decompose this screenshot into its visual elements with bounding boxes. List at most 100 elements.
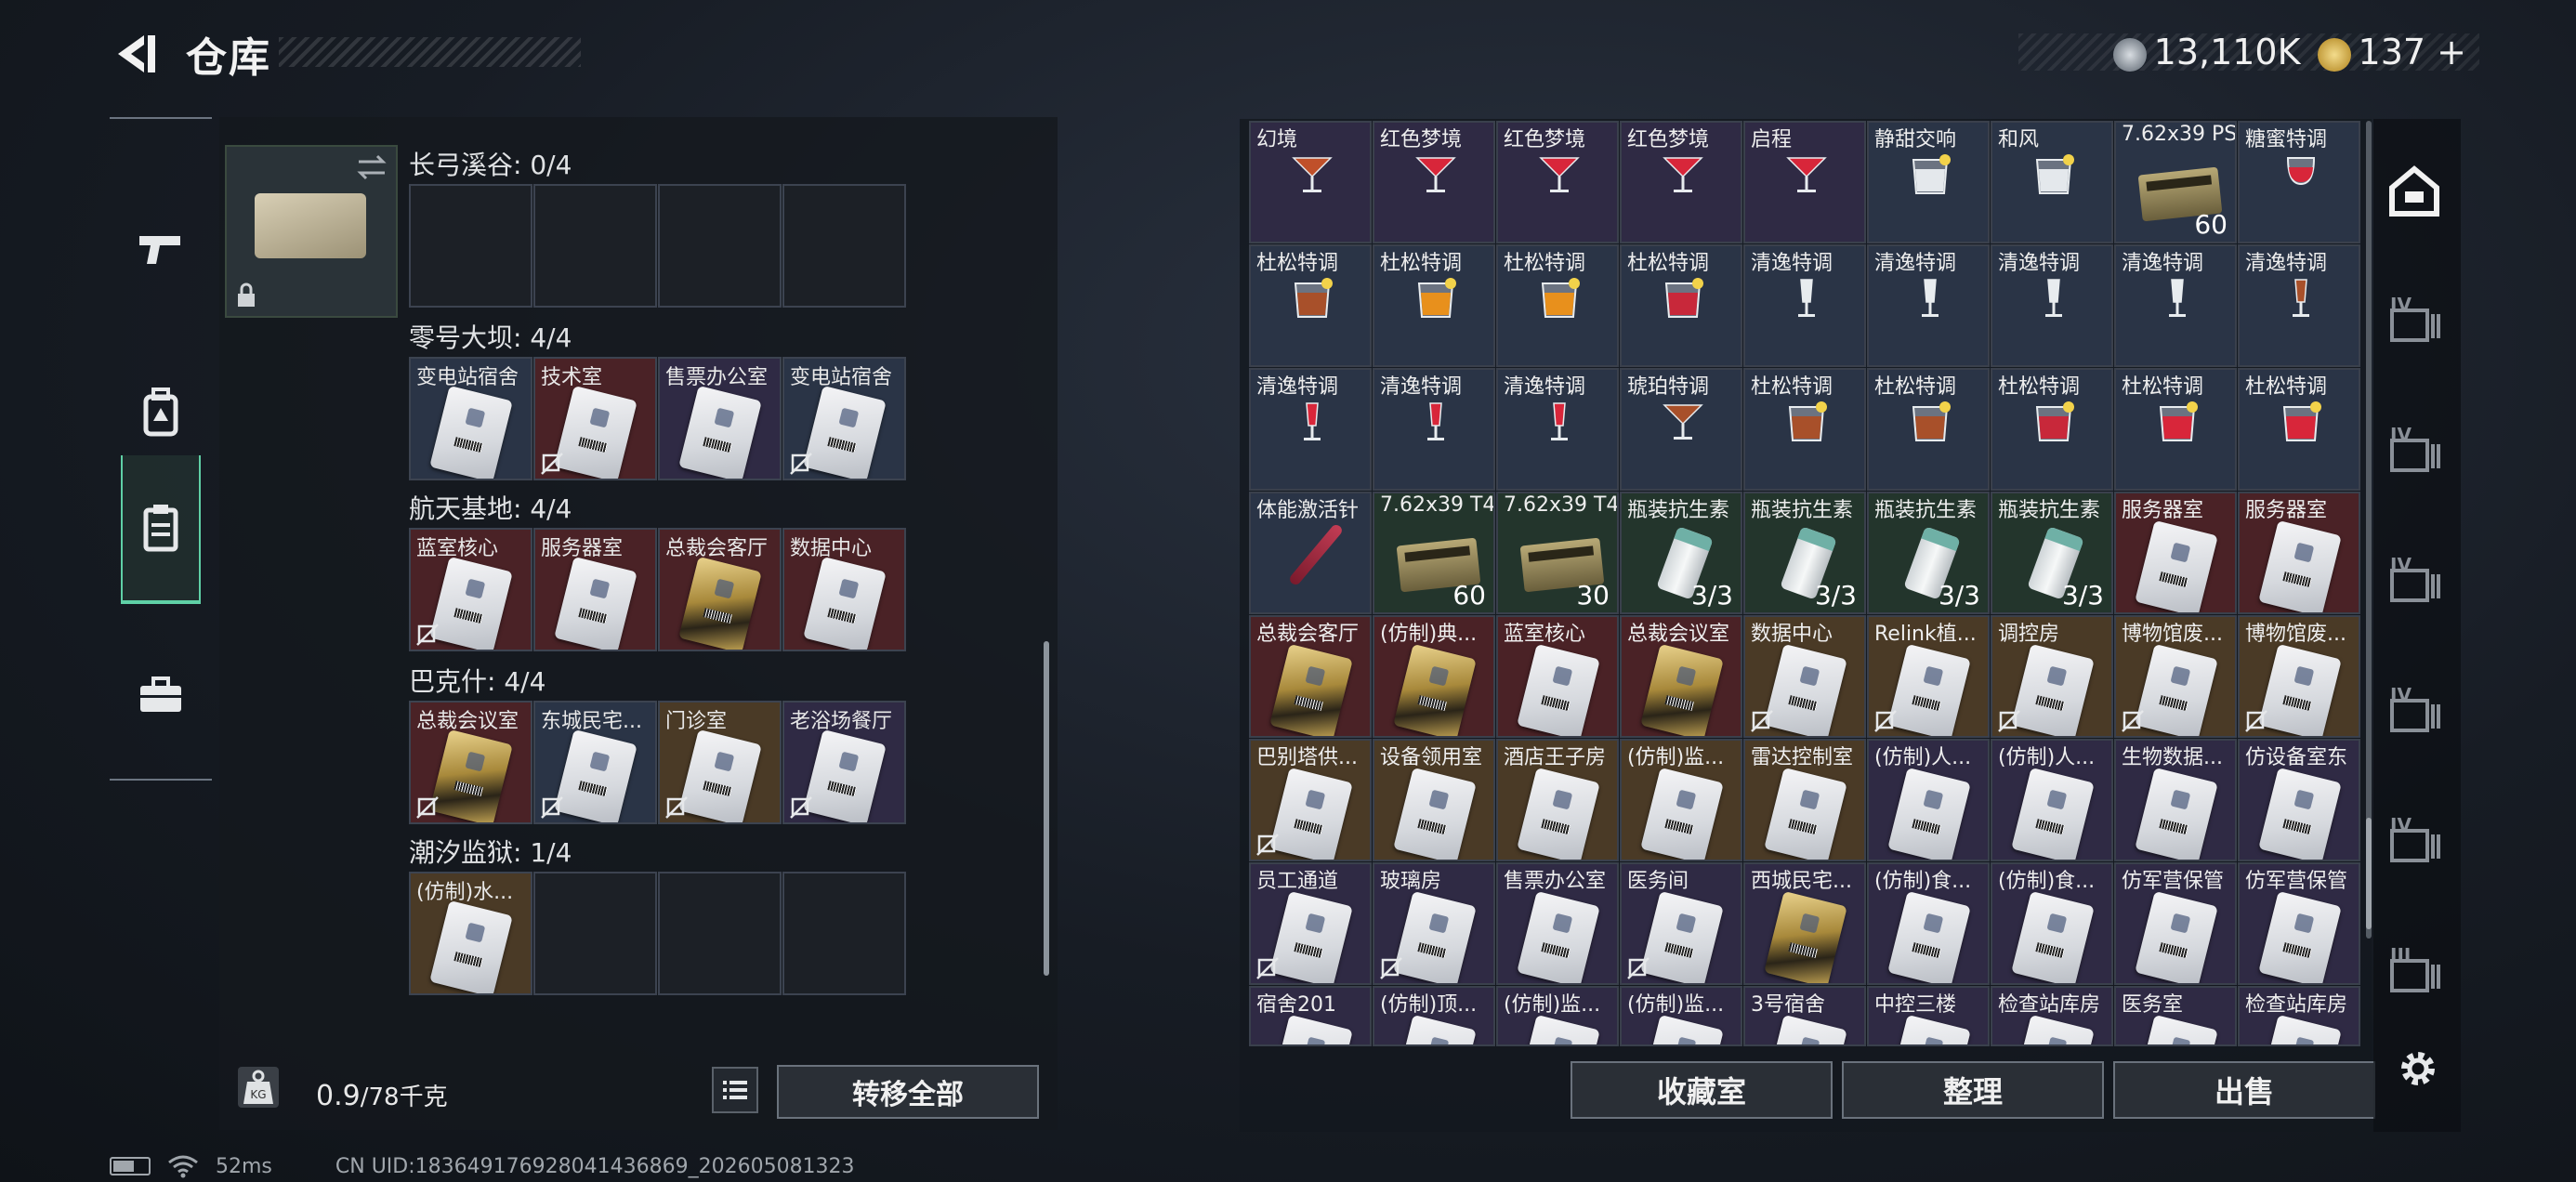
sell-button[interactable]: 出售 xyxy=(2113,1061,2375,1119)
warehouse-item[interactable]: (仿制)典... xyxy=(1373,615,1495,738)
settings-button[interactable] xyxy=(2394,1044,2442,1093)
warehouse-item[interactable]: 幻境 xyxy=(1249,121,1372,243)
warehouse-item[interactable]: 杜松特调 xyxy=(1249,244,1372,367)
warehouse-item[interactable]: (仿制)监... xyxy=(1496,986,1619,1046)
tab-weapons[interactable] xyxy=(121,175,201,323)
warehouse-item[interactable]: 琥珀特调 xyxy=(1620,368,1742,491)
warehouse-item[interactable]: (仿制)人... xyxy=(1991,739,2113,861)
keycard-slot[interactable]: 技术室 xyxy=(533,357,657,480)
collection-room-button[interactable]: 收藏室 xyxy=(1571,1061,1833,1119)
warehouse-item[interactable]: 红色梦境 xyxy=(1620,121,1742,243)
keycard-slot[interactable]: (仿制)水... xyxy=(409,872,532,995)
warehouse-item[interactable]: 瓶装抗生素 3/3 xyxy=(1867,492,1990,614)
warehouse-item[interactable]: 设备领用室 xyxy=(1373,739,1495,861)
warehouse-item[interactable]: 清逸特调 xyxy=(2238,244,2360,367)
warehouse-item[interactable]: 清逸特调 xyxy=(1867,244,1990,367)
warehouse-item[interactable]: 博物馆废... xyxy=(2238,615,2360,738)
warehouse-item[interactable]: 杜松特调 xyxy=(1620,244,1742,367)
warehouse-item[interactable]: 清逸特调 xyxy=(1373,368,1495,491)
warehouse-item[interactable]: 杜松特调 xyxy=(1867,368,1990,491)
warehouse-item[interactable]: 体能激活针 xyxy=(1249,492,1372,614)
warehouse-item[interactable]: 仿军营保管 xyxy=(2238,862,2360,985)
right-scrollbar-thumb[interactable] xyxy=(2366,818,2372,929)
warehouse-item[interactable]: 西城民宅... xyxy=(1743,862,1866,985)
right-scrollbar-track[interactable] xyxy=(2366,121,2372,939)
warehouse-item[interactable]: 仿设备室东 xyxy=(2238,739,2360,861)
warehouse-item[interactable]: 杜松特调 xyxy=(2114,368,2237,491)
warehouse-item[interactable]: 清逸特调 xyxy=(1496,368,1619,491)
warehouse-item[interactable]: Relink植... xyxy=(1867,615,1990,738)
keycard-slot[interactable]: 服务器室 xyxy=(533,528,657,651)
warehouse-item[interactable]: 静甜交响 xyxy=(1867,121,1990,243)
warehouse-item[interactable]: 杜松特调 xyxy=(1373,244,1495,367)
storage-tier-tab[interactable]: IV xyxy=(2386,294,2442,349)
warehouse-item[interactable]: 瓶装抗生素 3/3 xyxy=(1991,492,2113,614)
keycard-case-slot[interactable] xyxy=(225,145,398,318)
warehouse-item[interactable]: 医务室 xyxy=(2114,986,2237,1046)
warehouse-item[interactable]: 清逸特调 xyxy=(1249,368,1372,491)
warehouse-item[interactable]: 总裁会客厅 xyxy=(1249,615,1372,738)
keycard-slot[interactable] xyxy=(782,184,906,308)
warehouse-item[interactable]: (仿制)顶... xyxy=(1373,986,1495,1046)
storage-tier-tab[interactable]: IV xyxy=(2386,554,2442,610)
warehouse-item[interactable]: 调控房 xyxy=(1991,615,2113,738)
storage-tier-tab[interactable]: III xyxy=(2386,944,2442,1000)
tab-items[interactable] xyxy=(121,621,201,769)
storage-tier-tab[interactable]: IV xyxy=(2386,424,2442,479)
warehouse-item[interactable]: 博物馆废... xyxy=(2114,615,2237,738)
warehouse-item[interactable]: 仿军营保管 xyxy=(2114,862,2237,985)
keycard-slot[interactable]: 数据中心 xyxy=(782,528,906,651)
keycard-slot[interactable]: 变电站宿舍 xyxy=(409,357,532,480)
warehouse-item[interactable]: 清逸特调 xyxy=(1743,244,1866,367)
warehouse-item[interactable]: (仿制)食... xyxy=(1991,862,2113,985)
keycard-slot[interactable] xyxy=(409,184,532,308)
keycard-slot[interactable]: 变电站宿舍 xyxy=(782,357,906,480)
warehouse-item[interactable]: (仿制)食... xyxy=(1867,862,1990,985)
keycard-slot[interactable] xyxy=(782,872,906,995)
warehouse-item[interactable]: 7.62x39 T45M 60 xyxy=(1373,492,1495,614)
warehouse-item[interactable]: 酒店王子房 xyxy=(1496,739,1619,861)
storage-tier-tab[interactable]: IV xyxy=(2386,684,2442,740)
back-button[interactable] xyxy=(107,28,159,80)
warehouse-item[interactable]: 瓶装抗生素 3/3 xyxy=(1743,492,1866,614)
keycard-slot[interactable]: 东城民宅... xyxy=(533,701,657,824)
transfer-all-button[interactable]: 转移全部 xyxy=(777,1065,1039,1119)
warehouse-item[interactable]: 瓶装抗生素 3/3 xyxy=(1620,492,1742,614)
warehouse-item[interactable]: 服务器室 xyxy=(2238,492,2360,614)
warehouse-item[interactable]: 红色梦境 xyxy=(1496,121,1619,243)
warehouse-item[interactable]: 数据中心 xyxy=(1743,615,1866,738)
warehouse-item[interactable]: 员工通道 xyxy=(1249,862,1372,985)
warehouse-item[interactable]: 和风 xyxy=(1991,121,2113,243)
warehouse-item[interactable]: (仿制)人... xyxy=(1867,739,1990,861)
warehouse-item[interactable]: 医务间 xyxy=(1620,862,1742,985)
keycard-slot[interactable]: 门诊室 xyxy=(658,701,782,824)
warehouse-item[interactable]: 启程 xyxy=(1743,121,1866,243)
keycard-slot[interactable] xyxy=(533,872,657,995)
warehouse-item[interactable]: 杜松特调 xyxy=(1991,368,2113,491)
keycard-slot[interactable]: 总裁会客厅 xyxy=(658,528,782,651)
keycard-slot[interactable]: 总裁会议室 xyxy=(409,701,532,824)
warehouse-item[interactable]: 蓝室核心 xyxy=(1496,615,1619,738)
keycard-slot[interactable] xyxy=(658,872,782,995)
keycard-slot[interactable]: 蓝室核心 xyxy=(409,528,532,651)
warehouse-item[interactable]: 清逸特调 xyxy=(2114,244,2237,367)
warehouse-item[interactable]: (仿制)监... xyxy=(1620,986,1742,1046)
tokens-display[interactable]: 137 + xyxy=(2317,32,2466,72)
warehouse-item[interactable]: 糖蜜特调 xyxy=(2238,121,2360,243)
list-view-button[interactable] xyxy=(712,1067,758,1113)
keycard-slot[interactable]: 售票办公室 xyxy=(658,357,782,480)
storage-tier-tab[interactable]: IV xyxy=(2386,814,2442,870)
organize-button[interactable]: 整理 xyxy=(1842,1061,2104,1119)
warehouse-item[interactable]: 3号宿舍 xyxy=(1743,986,1866,1046)
warehouse-item[interactable]: 售票办公室 xyxy=(1496,862,1619,985)
warehouse-item[interactable]: 红色梦境 xyxy=(1373,121,1495,243)
warehouse-item[interactable]: 杜松特调 xyxy=(1743,368,1866,491)
warehouse-item[interactable]: 宿舍201 xyxy=(1249,986,1372,1046)
keycard-slot[interactable]: 老浴场餐厅 xyxy=(782,701,906,824)
warehouse-item[interactable]: 清逸特调 xyxy=(1991,244,2113,367)
swap-icon[interactable] xyxy=(355,154,388,180)
keycard-slot[interactable] xyxy=(533,184,657,308)
warehouse-item[interactable]: 中控三楼 xyxy=(1867,986,1990,1046)
warehouse-item[interactable]: 总裁会议室 xyxy=(1620,615,1742,738)
add-tokens-button[interactable]: + xyxy=(2437,32,2466,72)
